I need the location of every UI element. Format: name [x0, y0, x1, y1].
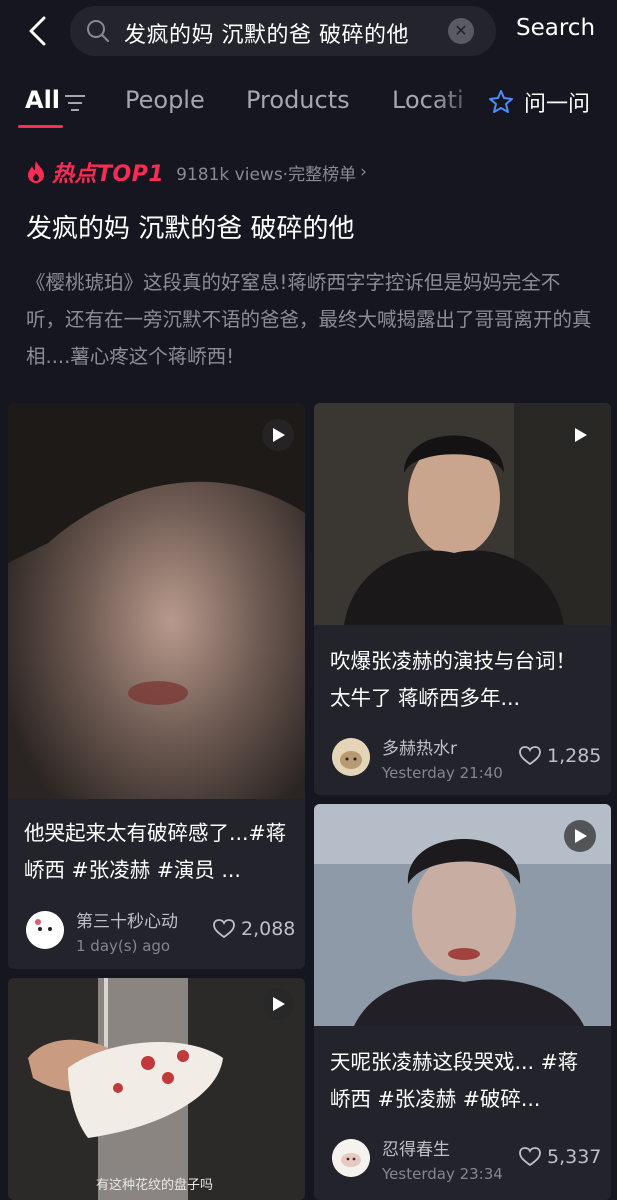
note-card[interactable]: 有这种花纹的盘子吗	[8, 978, 305, 1200]
video-play-icon	[262, 988, 294, 1020]
avatar[interactable]	[332, 1139, 370, 1177]
like-count: 2,088	[241, 918, 296, 940]
video-play-icon	[262, 419, 294, 451]
heart-icon	[519, 1147, 541, 1167]
author-name[interactable]: 第三十秒心动	[76, 907, 178, 932]
clear-icon[interactable]: ✕	[448, 18, 474, 44]
card-thumbnail	[8, 978, 305, 1200]
video-play-icon	[564, 820, 596, 852]
tab-bar: All People Products Locati 问一问	[0, 72, 617, 134]
search-button[interactable]: Search	[516, 15, 595, 41]
tab-people[interactable]: People	[125, 86, 205, 114]
chevron-right-icon[interactable]: ›	[360, 162, 367, 182]
video-play-icon	[564, 419, 596, 451]
flame-icon	[28, 161, 44, 183]
filter-icon[interactable]	[64, 94, 86, 112]
ask-button[interactable]: 问一问	[488, 86, 590, 118]
hot-badge: 热点TOP1	[52, 162, 165, 187]
hot-meta[interactable]: 9181k views·完整榜单	[176, 160, 356, 185]
like-button[interactable]: 5,337	[519, 1146, 601, 1168]
tab-fade	[432, 82, 492, 122]
like-count: 5,337	[547, 1146, 602, 1168]
back-arrow-icon[interactable]	[22, 14, 56, 48]
hot-topic-header[interactable]: 热点TOP1 9181k views·完整榜单 ›	[26, 158, 367, 187]
note-card[interactable]: 吹爆张凌赫的演技与台词！太牛了 蒋峤西多年... 多赫热水r Yesterday…	[314, 403, 611, 795]
video-caption: 有这种花纹的盘子吗	[96, 1178, 214, 1193]
card-title: 他哭起来太有破碎感了...#蒋峤西 #张凌赫 #演员 ...	[24, 821, 287, 882]
avatar[interactable]	[26, 911, 64, 949]
tab-active-indicator	[18, 125, 63, 128]
hot-description: 《樱桃琥珀》这段真的好窒息!蒋峤西字字控诉但是妈妈完全不听，还有在一旁沉默不语的…	[26, 271, 592, 368]
hot-headline[interactable]: 发疯的妈 沉默的爸 破碎的他	[26, 208, 355, 245]
like-count: 1,285	[547, 745, 602, 767]
ask-label: 问一问	[524, 92, 591, 117]
note-card[interactable]: 天呢张凌赫这段哭戏... #蒋峤西 #张凌赫 #破碎... 忍得春生 Yeste…	[314, 804, 611, 1200]
top-bar: 发疯的妈 沉默的爸 破碎的他 ✕ Search	[0, 0, 617, 64]
like-button[interactable]: 2,088	[213, 918, 295, 940]
like-button[interactable]: 1,285	[519, 745, 601, 767]
post-time: Yesterday 23:34	[382, 1165, 503, 1183]
ask-star-icon	[489, 90, 513, 113]
heart-icon	[519, 746, 541, 766]
search-input[interactable]: 发疯的妈 沉默的爸 破碎的他 ✕	[70, 6, 496, 56]
card-title: 吹爆张凌赫的演技与台词！太牛了 蒋峤西多年...	[330, 649, 576, 710]
post-time: Yesterday 21:40	[382, 764, 503, 782]
card-thumbnail	[8, 403, 305, 799]
search-query[interactable]: 发疯的妈 沉默的爸 破碎的他	[124, 17, 409, 49]
card-title: 天呢张凌赫这段哭戏... #蒋峤西 #张凌赫 #破碎...	[330, 1050, 579, 1111]
tab-products[interactable]: Products	[246, 86, 350, 114]
tab-all[interactable]: All	[25, 86, 60, 114]
author-name[interactable]: 多赫热水r	[382, 734, 457, 759]
heart-icon	[213, 919, 235, 939]
post-time: 1 day(s) ago	[76, 937, 171, 955]
search-icon	[87, 20, 109, 42]
note-card[interactable]: 他哭起来太有破碎感了...#蒋峤西 #张凌赫 #演员 ... 第三十秒心动 1 …	[8, 403, 305, 969]
author-name[interactable]: 忍得春生	[382, 1135, 450, 1160]
avatar[interactable]	[332, 738, 370, 776]
